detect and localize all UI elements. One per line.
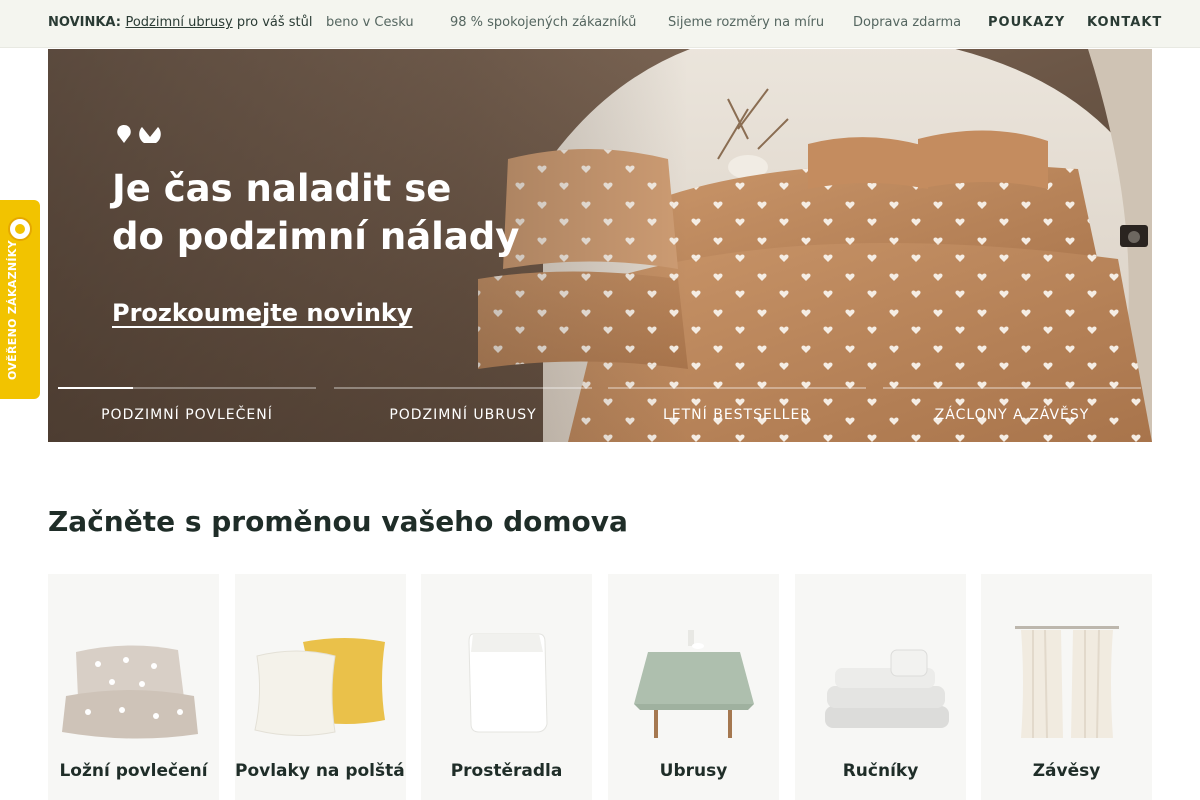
- hero-tab-zaclony-a-zavesy[interactable]: ZÁCLONY A ZÁVĚSY: [883, 387, 1141, 433]
- top-bar: NOVINKA: Podzimní ubrusy pro váš stůl be…: [0, 0, 1200, 48]
- hero-tab-progress-fill: [58, 387, 133, 389]
- usp-item: Doprava zdarma: [853, 15, 962, 30]
- announcement-tail: pro váš stůl: [232, 15, 313, 30]
- section-title: Začněte s proměnou vašeho domova: [48, 505, 628, 538]
- nav-poukazy[interactable]: POUKAZY: [988, 15, 1065, 30]
- bedding-icon: [62, 645, 198, 739]
- hero-title: Je čas naladit se do podzimní nálady: [112, 165, 572, 261]
- hero-tab-progress: [608, 387, 866, 389]
- hero-slide-tabs: PODZIMNÍ POVLEČENÍ PODZIMNÍ UBRUSY LETNÍ…: [58, 387, 1142, 433]
- nav-kontakt[interactable]: KONTAKT: [1087, 15, 1162, 30]
- curtains-icon: [1015, 626, 1119, 739]
- pillowcase-icon: [254, 638, 385, 737]
- category-name: Závěsy: [1032, 761, 1101, 781]
- hero-tab-label: PODZIMNÍ UBRUSY: [389, 407, 537, 423]
- category-card-zavesy[interactable]: Závěsy: [981, 574, 1152, 800]
- hero-title-line2: do podzimní nálady: [112, 215, 520, 258]
- announcement-link[interactable]: Podzimní ubrusy: [125, 15, 232, 30]
- hero-tab-label: PODZIMNÍ POVLEČENÍ: [101, 407, 273, 423]
- announcement-lead: NOVINKA:: [48, 15, 126, 30]
- usp-item: 98 % spokojených zákazníků: [450, 15, 637, 30]
- usp-item: Šijeme rozměry na míru: [668, 15, 825, 30]
- category-name: Povlaky na polštáře: [235, 761, 406, 781]
- section-title-light: Začněte s proměnou: [48, 505, 382, 538]
- category-name: Ubrusy: [659, 761, 728, 781]
- brand-logo-icon: [117, 125, 161, 143]
- towels-icon: [825, 649, 949, 728]
- usp-item: beno v Česku: [326, 15, 414, 30]
- bedsheet-icon: [468, 633, 548, 733]
- category-card-rucniky[interactable]: Ručníky: [795, 574, 966, 800]
- category-card-povlaky-na-polstare[interactable]: Povlaky na polštáře: [235, 574, 406, 800]
- hero-tab-podzimni-povleceni[interactable]: PODZIMNÍ POVLEČENÍ: [58, 387, 316, 433]
- hero-tab-progress: [58, 387, 316, 389]
- verified-by-customers-badge[interactable]: OVĚŘENO ZÁKAZNÍKY: [0, 200, 40, 399]
- hero-tab-label: LETNÍ BESTSELLER: [662, 407, 812, 423]
- usp-ticker: beno v Česku 98 % spokojených zákazníků …: [326, 15, 966, 35]
- category-name: Ručníky: [842, 761, 919, 781]
- hero-tab-label: ZÁCLONY A ZÁVĚSY: [934, 407, 1090, 423]
- hero-tab-progress: [334, 387, 592, 389]
- category-card-ubrusy[interactable]: Ubrusy: [608, 574, 779, 800]
- hero-tab-letni-bestseller[interactable]: LETNÍ BESTSELLER: [608, 387, 866, 433]
- category-card-prosteradla[interactable]: Prostěradla: [421, 574, 592, 800]
- category-name: Prostěradla: [450, 761, 563, 781]
- category-name: Ložní povlečení: [59, 761, 208, 781]
- hero-banner[interactable]: Je čas naladit se do podzimní nálady Pro…: [48, 49, 1152, 442]
- category-grid: Ložní povlečení Povlaky na polštáře Pros…: [48, 574, 1152, 800]
- hero-tab-progress: [883, 387, 1141, 389]
- category-card-lozni-povleceni[interactable]: Ložní povlečení: [48, 574, 219, 800]
- verified-badge-label: OVĚŘENO ZÁKAZNÍKY: [6, 240, 19, 380]
- hero-tab-podzimni-ubrusy[interactable]: PODZIMNÍ UBRUSY: [334, 387, 592, 433]
- announcement: NOVINKA: Podzimní ubrusy pro váš stůl: [48, 15, 313, 30]
- tablecloth-icon: [634, 630, 754, 738]
- hero-title-line1: Je čas naladit se: [112, 167, 452, 210]
- hero-cta-link[interactable]: Prozkoumejte novinky: [112, 299, 413, 327]
- section-title-bold: vašeho domova: [381, 505, 628, 538]
